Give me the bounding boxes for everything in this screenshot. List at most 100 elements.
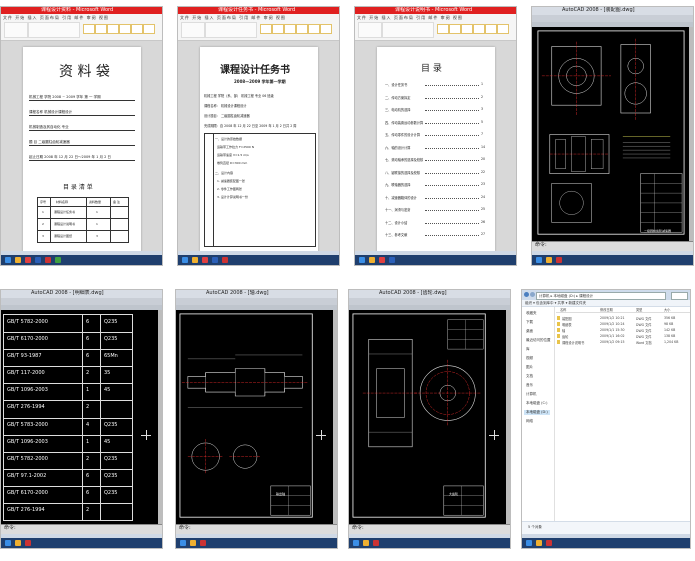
command-line[interactable]: 命令: (349, 524, 510, 534)
search-input[interactable] (671, 292, 688, 300)
taskbar[interactable] (1, 251, 162, 265)
title-bar[interactable]: 课程设计说明书 - Microsoft Word (355, 7, 516, 14)
start-icon[interactable] (5, 257, 11, 263)
ribbon[interactable]: 文件 开始 插入 页面布局 引用 邮件 审阅 视图 (178, 14, 339, 41)
toc-entry[interactable]: 八、键联接的选择及校核 22 (385, 169, 487, 177)
vertical-scrollbar[interactable] (158, 310, 162, 525)
nav-item[interactable]: 文档 (526, 374, 533, 379)
document-page[interactable]: 资 料 袋 机械工程 学院 2008 ~ 2009 学年 第 一 学期 课程名称… (23, 47, 141, 252)
vertical-scrollbar[interactable] (506, 310, 510, 525)
folder-icon[interactable] (190, 540, 196, 546)
cad-icon[interactable] (222, 257, 228, 263)
nav-item[interactable]: 网络 (526, 419, 533, 424)
start-icon[interactable] (5, 540, 11, 546)
command-line[interactable]: 命令: (1, 524, 162, 534)
nav-item[interactable]: 最近访问的位置 (526, 338, 551, 343)
cad-icon[interactable] (45, 257, 51, 263)
file-row[interactable]: 课程设计说明书 2009/1/2 09:15 Word 文档 1,204 KB (556, 339, 690, 345)
word-icon[interactable] (35, 257, 41, 263)
style-title[interactable] (119, 24, 131, 34)
drawing-canvas[interactable]: 大齿轮 (349, 310, 506, 525)
style-heading2[interactable] (107, 24, 119, 34)
folder-icon[interactable] (15, 540, 21, 546)
clipboard-group[interactable] (4, 22, 28, 38)
folder-icon[interactable] (546, 257, 552, 263)
app-icon[interactable] (379, 257, 385, 263)
app-icon[interactable] (202, 257, 208, 263)
toc-entry[interactable]: 四、传动装置运动参数计算 5 (385, 119, 487, 127)
folder-icon[interactable] (363, 540, 369, 546)
start-icon[interactable] (536, 257, 542, 263)
folder-icon[interactable] (369, 257, 375, 263)
file-row[interactable]: 装配图 2009/1/2 10:21 DWG 文件 356 KB (556, 315, 690, 321)
taskbar[interactable] (355, 251, 516, 265)
nav-item[interactable]: 库 (526, 347, 530, 352)
drawing-canvas[interactable]: GB/T 5782-2000 6 Q235 GB/T 6170-2000 6 Q235 GB… (1, 310, 158, 525)
cad-icon[interactable] (25, 540, 31, 546)
toc-entry[interactable]: 十一、润滑与密封 25 (385, 206, 487, 214)
nav-item[interactable]: 收藏夹 (526, 311, 537, 316)
ribbon[interactable]: 文件 开始 插入 页面布局 引用 邮件 审阅 视图 (355, 14, 516, 41)
nav-item[interactable]: 计算机 (526, 392, 537, 397)
style-emphasis[interactable] (143, 24, 155, 34)
toc-entry[interactable]: 七、滚动轴承的选择及校核 20 (385, 156, 487, 164)
document-page[interactable]: 课程设计任务书 2008—2009 学年第一学期 机械工程 学院（系、部） 机械… (200, 47, 318, 252)
font-group[interactable] (28, 22, 80, 38)
app-icon[interactable] (55, 257, 61, 263)
command-line[interactable]: 命令: (176, 524, 337, 534)
cad-icon[interactable] (200, 540, 206, 546)
taskbar[interactable] (176, 534, 337, 548)
nav-item[interactable]: 本地磁盘 (C:) (526, 401, 547, 406)
column-header[interactable]: 名称 修改日期 类型 大小 (556, 307, 690, 313)
toc-entry[interactable]: 五、传动零件的设计计算 7 (385, 131, 487, 139)
vertical-scrollbar[interactable] (333, 310, 337, 525)
file-row[interactable]: 轴 2009/1/1 15:30 DWG 文件 142 KB (556, 327, 690, 333)
back-icon[interactable] (524, 292, 529, 297)
toc-entry[interactable]: 二、传动方案拟定 2 (385, 94, 487, 102)
drawing-canvas[interactable]: 输出轴 (176, 310, 333, 525)
drawing-canvas[interactable]: 二级圆柱齿轮减速器 (532, 27, 689, 242)
toc-entry[interactable]: 三、电动机的选择 3 (385, 106, 487, 114)
style-subtitle[interactable] (131, 24, 143, 34)
taskbar[interactable] (522, 534, 690, 548)
file-row[interactable]: 明细表 2009/1/2 10:24 DWG 文件 98 KB (556, 321, 690, 327)
cad-icon[interactable] (373, 540, 379, 546)
nav-item[interactable]: 图片 (526, 365, 533, 370)
start-icon[interactable] (182, 257, 188, 263)
toc-entry[interactable]: 六、轴的设计计算 14 (385, 144, 487, 152)
file-row[interactable]: 齿轮 2009/1/1 16:02 DWG 文件 138 KB (556, 333, 690, 339)
command-line[interactable]: 命令: (532, 241, 693, 251)
toc-entry[interactable]: 九、联轴器的选择 23 (385, 181, 487, 189)
nav-item[interactable]: 本地磁盘 (D:) (524, 410, 550, 415)
folder-icon[interactable] (15, 257, 21, 263)
cad-icon[interactable] (556, 257, 562, 263)
nav-item[interactable]: 下载 (526, 320, 533, 325)
toc-entry[interactable]: 十、减速器箱体的设计 24 (385, 194, 487, 202)
nav-item[interactable]: 视频 (526, 356, 533, 361)
word-icon[interactable] (212, 257, 218, 263)
title-bar[interactable]: 课程设计任务书 - Microsoft Word (178, 7, 339, 14)
toc-entry[interactable]: 十二、设计小结 26 (385, 219, 487, 227)
toc-entry[interactable]: 一、设计任务书 1 (385, 81, 487, 89)
start-icon[interactable] (359, 257, 365, 263)
style-heading1[interactable] (95, 24, 107, 34)
file-list[interactable]: 名称 修改日期 类型 大小 装配图 2009/1/2 10:21 DWG 文件 356… (556, 307, 690, 522)
title-bar[interactable]: 课程设计资料 - Microsoft Word (1, 7, 162, 14)
taskbar[interactable] (178, 251, 339, 265)
word-icon[interactable] (389, 257, 395, 263)
command-bar[interactable]: 组织 ▾ 包含到库中 ▾ 共享 ▾ 新建文件夹 (522, 300, 690, 307)
document-page[interactable]: 目 录 一、设计任务书 1 二、传动方案拟定 2 三、电动机的选择 3 四、传动装置运动参数… (377, 47, 495, 252)
ribbon[interactable]: 文件 开始 插入 页面布局 引用 邮件 审阅 视图 (1, 14, 162, 41)
navigation-pane[interactable]: 收藏夹下载桌面最近访问的位置库视频图片文档音乐计算机本地磁盘 (C:) 本地磁盘 … (522, 307, 555, 522)
taskbar[interactable] (532, 251, 693, 265)
start-icon[interactable] (353, 540, 359, 546)
nav-item[interactable]: 桌面 (526, 329, 533, 334)
folder-icon[interactable] (536, 540, 542, 546)
style-normal[interactable] (83, 24, 95, 34)
start-icon[interactable] (180, 540, 186, 546)
cad-icon[interactable] (546, 540, 552, 546)
start-icon[interactable] (526, 540, 532, 546)
address-bar[interactable]: 计算机 ▸ 本地磁盘 (D:) ▸ 课程设计 (536, 292, 666, 300)
nav-item[interactable]: 音乐 (526, 383, 533, 388)
forward-icon[interactable] (530, 292, 535, 297)
